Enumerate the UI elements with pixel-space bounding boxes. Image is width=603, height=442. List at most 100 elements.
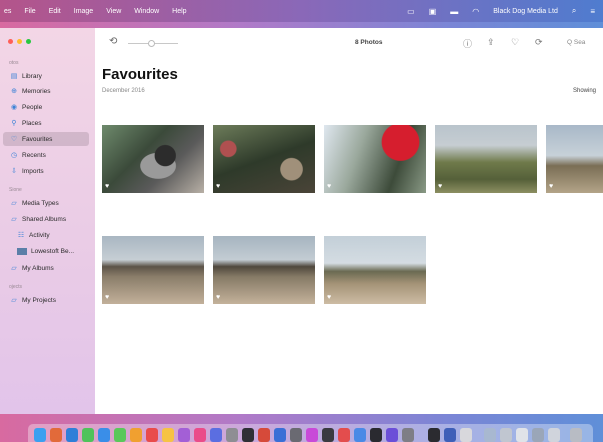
sidebar-item-places[interactable]: ⚲ Places xyxy=(0,116,89,130)
maps-icon[interactable] xyxy=(114,428,126,442)
app-icon[interactable] xyxy=(290,428,302,442)
info-icon[interactable]: ⓘ xyxy=(463,37,472,50)
app-icon[interactable] xyxy=(354,428,366,442)
sidebar-item-label: Activity xyxy=(29,231,50,239)
app-icon[interactable] xyxy=(386,428,398,442)
zoom-slider[interactable] xyxy=(128,40,178,47)
sidebar: otos ▤ Library ⊕ Memories ◉ People ⚲ Pla… xyxy=(0,28,95,414)
sidebar-item-memories[interactable]: ⊕ Memories xyxy=(0,84,89,98)
rotate-photo-icon[interactable]: ⟳ xyxy=(535,37,543,48)
launchpad-icon[interactable] xyxy=(50,428,62,442)
minimize-button[interactable] xyxy=(17,39,22,44)
app-icon[interactable] xyxy=(516,428,528,442)
app-icon[interactable] xyxy=(258,428,270,442)
photo-thumbnail[interactable]: ♥ xyxy=(324,125,426,193)
sidebar-item-label: Lowestoft Be... xyxy=(31,247,74,255)
app-icon[interactable] xyxy=(274,428,286,442)
heart-icon: ♡ xyxy=(10,136,18,143)
trash-icon[interactable] xyxy=(570,428,582,442)
page-title: Favourites xyxy=(102,66,178,83)
sidebar-item-label: Library xyxy=(22,72,42,80)
close-button[interactable] xyxy=(8,39,13,44)
sidebar-item-shared-albums[interactable]: ▱ Shared Albums xyxy=(0,212,89,226)
favourite-icon[interactable]: ♡ xyxy=(511,37,519,48)
app-icon[interactable] xyxy=(338,428,350,442)
messages-icon[interactable] xyxy=(82,428,94,442)
sidebar-item-media-types[interactable]: ▱ Media Types xyxy=(0,196,89,210)
memories-icon: ⊕ xyxy=(11,88,17,95)
control-center-icon[interactable]: ≡ xyxy=(590,7,595,16)
section-photos: otos xyxy=(9,60,19,66)
zoom-button[interactable] xyxy=(26,39,31,44)
safari-icon[interactable] xyxy=(66,428,78,442)
wifi-icon[interactable]: ◠ xyxy=(472,7,479,16)
calendar-icon[interactable] xyxy=(146,428,158,442)
sidebar-item-activity[interactable]: ☷ Activity xyxy=(0,228,89,242)
photos-icon[interactable] xyxy=(130,428,142,442)
finder-icon[interactable] xyxy=(34,428,46,442)
app-icon[interactable] xyxy=(428,428,440,442)
menu-edit[interactable]: Edit xyxy=(49,8,61,15)
sidebar-item-my-projects[interactable]: ▱ My Projects xyxy=(0,293,89,307)
section-projects: ojects xyxy=(9,284,23,290)
imports-icon: ⇩ xyxy=(11,168,17,175)
settings-icon[interactable] xyxy=(226,428,238,442)
window-controls xyxy=(8,39,31,44)
zoom-slider-knob[interactable] xyxy=(148,40,155,47)
app-icon[interactable] xyxy=(306,428,318,442)
photo-thumbnail[interactable]: ♥ xyxy=(102,125,204,193)
music-icon[interactable] xyxy=(194,428,206,442)
photo-thumbnail[interactable]: ♥ xyxy=(435,125,537,193)
app-icon[interactable] xyxy=(548,428,560,442)
dock xyxy=(28,424,593,442)
sidebar-item-lowestoft[interactable]: Lowestoft Be... xyxy=(0,244,89,258)
app-icon[interactable] xyxy=(402,428,414,442)
app-icon[interactable] xyxy=(444,428,456,442)
sidebar-item-label: People xyxy=(22,103,43,111)
app-icon[interactable] xyxy=(370,428,382,442)
screen-icon[interactable]: ▭ xyxy=(407,7,415,16)
sidebar-item-label: Shared Albums xyxy=(22,215,67,223)
terminal-icon[interactable] xyxy=(242,428,254,442)
app-icon[interactable] xyxy=(322,428,334,442)
photo-thumbnail[interactable]: ♥ xyxy=(324,236,426,304)
sidebar-item-label: Favourites xyxy=(22,135,53,143)
sidebar-item-label: My Projects xyxy=(22,296,56,304)
photo-thumbnail[interactable]: ♥ xyxy=(213,125,315,193)
display-icon[interactable]: ▣ xyxy=(429,7,437,16)
mail-icon[interactable] xyxy=(98,428,110,442)
showing-label[interactable]: Showing xyxy=(573,88,596,94)
notes-icon[interactable] xyxy=(162,428,174,442)
photo-thumbnail[interactable]: ♥ xyxy=(213,236,315,304)
menu-image[interactable]: Image xyxy=(74,8,93,15)
battery-icon[interactable]: ▬ xyxy=(450,7,458,16)
app-icon[interactable] xyxy=(484,428,496,442)
sidebar-item-people[interactable]: ◉ People xyxy=(0,100,89,114)
search-field[interactable]: Q Sea xyxy=(567,39,585,46)
sidebar-item-my-albums[interactable]: ▱ My Albums xyxy=(0,261,89,275)
people-icon: ◉ xyxy=(10,104,18,111)
app-icon[interactable] xyxy=(500,428,512,442)
photo-thumbnail[interactable]: ♥ xyxy=(546,125,603,193)
sidebar-item-label: Places xyxy=(22,119,42,127)
photo-thumbnail[interactable]: ♥ xyxy=(102,236,204,304)
menu-file[interactable]: File xyxy=(24,8,35,15)
share-icon[interactable]: ⇪ xyxy=(487,37,495,48)
sidebar-item-imports[interactable]: ⇩ Imports xyxy=(0,164,89,178)
menu-window[interactable]: Window xyxy=(134,8,159,15)
podcasts-icon[interactable] xyxy=(178,428,190,442)
sidebar-item-favourites[interactable]: ♡ Favourites xyxy=(3,132,89,146)
app-icon[interactable] xyxy=(532,428,544,442)
account-name[interactable]: Black Dog Media Ltd xyxy=(493,8,558,15)
heart-icon: ♥ xyxy=(216,294,221,301)
sidebar-item-recents[interactable]: ◷ Recents xyxy=(0,148,89,162)
sidebar-item-library[interactable]: ▤ Library xyxy=(0,69,89,83)
downloads-icon[interactable] xyxy=(460,428,472,442)
menu-help[interactable]: Help xyxy=(172,8,186,15)
rotate-icon[interactable]: ⟲ xyxy=(109,36,117,47)
search-icon[interactable]: ⌕ xyxy=(572,6,576,16)
app-store-icon[interactable] xyxy=(210,428,222,442)
menu-view[interactable]: View xyxy=(106,8,121,15)
menu-app[interactable]: es xyxy=(4,8,11,15)
sidebar-item-label: Imports xyxy=(22,167,44,175)
